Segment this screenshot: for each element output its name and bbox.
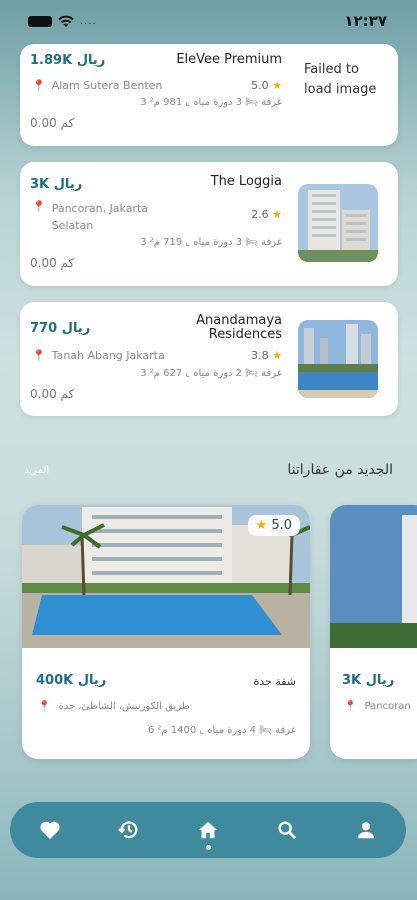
image-error-text: Failed to load image xyxy=(304,62,377,97)
listing-rating: 5.0 ★ xyxy=(251,79,282,92)
star-icon: ★ xyxy=(272,208,282,221)
featured-location-text: Pancoran xyxy=(364,701,411,712)
listing-distance: 0.00 كم xyxy=(30,256,75,270)
featured-location: 📍 طريق الكورنيش، الشاطئ، جدة xyxy=(38,701,190,712)
history-icon xyxy=(117,821,138,839)
location-pin-icon: 📍 xyxy=(32,349,46,362)
location-pin-icon: 📍 xyxy=(344,701,357,712)
featured-specs: 6 غرفة 🛏 4 دورة مياه ⌞ 1400 م² xyxy=(147,725,296,736)
listing-rating: 2.6 ★ xyxy=(251,208,282,221)
listing-card[interactable]: 770 ريال Anandamaya Residences 📍 Tanah A… xyxy=(20,302,398,416)
location-pin-icon: 📍 xyxy=(32,79,46,92)
listing-specs: 3 غرفة 🛏 3 دورة مياه ⌞ 719 م² xyxy=(140,237,282,248)
active-indicator xyxy=(205,845,211,850)
rating-value: 2.6 xyxy=(251,208,269,221)
listing-price: 1.89K ريال xyxy=(30,53,106,68)
rating-value: 3.8 xyxy=(251,349,269,362)
listing-specs: 3 غرفة 🛏 2 دورة مياه ⌞ 627 م² xyxy=(140,368,282,379)
location-pin-icon: 📍 xyxy=(38,701,51,712)
listing-title: EleVee Premium xyxy=(176,52,282,67)
bottom-nav xyxy=(10,802,406,858)
listing-location: 📍 Tanah Abang Jakarta xyxy=(32,349,165,362)
listing-title: The Loggia xyxy=(210,174,282,189)
location-pin-icon: 📍 xyxy=(32,200,46,213)
listing-price: 770 ريال xyxy=(30,321,91,336)
status-icons: .... xyxy=(28,14,97,28)
search-icon xyxy=(278,821,297,840)
nav-history[interactable] xyxy=(109,810,149,850)
star-icon: ★ xyxy=(272,79,282,92)
battery-icon xyxy=(28,15,52,27)
listing-card[interactable]: 1.89K ريال EleVee Premium 📍 Alam Sutera … xyxy=(20,44,398,146)
signal-dots: .... xyxy=(80,15,97,27)
status-bar: .... ١٢:٣٧ xyxy=(0,0,417,44)
home-icon xyxy=(198,821,218,839)
section-title: الجديد من عقاراتنا xyxy=(287,462,393,478)
heart-icon xyxy=(40,821,60,840)
featured-location: 📍 Pancoran xyxy=(344,701,411,712)
nav-search[interactable] xyxy=(267,810,307,850)
listing-location-text: Tanah Abang Jakarta xyxy=(51,349,165,362)
listing-price: 3K ريال xyxy=(30,177,83,192)
featured-card[interactable]: ★ 5.0 400K ريال شقة جدة 📍 طريق الكورنيش،… xyxy=(22,505,310,759)
status-time: ١٢:٣٧ xyxy=(344,12,387,30)
listing-title: Anandamaya Residences xyxy=(196,313,282,342)
profile-icon xyxy=(358,822,375,839)
listing-location-text: Alam Sutera Benten xyxy=(51,79,163,92)
listing-thumbnail[interactable] xyxy=(298,320,378,398)
wifi-icon xyxy=(58,15,74,27)
featured-price: 3K ريال xyxy=(342,673,395,688)
listing-card[interactable]: 3K ريال The Loggia 📍 Pancoran, Jakarta S… xyxy=(20,162,398,286)
listing-location-text: Pancoran, Jakarta Selatan xyxy=(51,202,149,232)
listing-rating: 3.8 ★ xyxy=(251,349,282,362)
rating-value: 5.0 xyxy=(271,518,292,533)
featured-card[interactable]: 3K ريال 📍 Pancoran xyxy=(330,505,417,759)
listing-location: 📍 Alam Sutera Benten xyxy=(32,79,162,92)
featured-location-text: طريق الكورنيش، الشاطئ، جدة xyxy=(58,701,190,712)
nav-profile[interactable] xyxy=(346,810,386,850)
rating-value: 5.0 xyxy=(251,79,269,92)
listing-distance: 0.00 كم xyxy=(30,387,75,401)
see-more-link[interactable]: المزيد xyxy=(24,465,49,476)
star-icon: ★ xyxy=(255,518,268,533)
listing-distance: 0.00 كم xyxy=(30,116,75,130)
star-icon: ★ xyxy=(272,349,282,362)
property-photo xyxy=(330,505,417,648)
rating-badge: ★ 5.0 xyxy=(247,515,300,536)
building-pool-image xyxy=(298,320,378,398)
building-image xyxy=(298,184,378,262)
listing-location: 📍 Pancoran, Jakarta Selatan xyxy=(32,200,162,234)
featured-title: شقة جدة xyxy=(253,675,296,688)
nav-home[interactable] xyxy=(188,810,228,850)
featured-price: 400K ريال xyxy=(36,673,107,688)
listing-thumbnail[interactable] xyxy=(298,184,378,262)
listing-specs: 3 غرفة 🛏 3 دورة مياه ⌞ 981 م² xyxy=(140,97,282,108)
nav-favorites[interactable] xyxy=(30,810,70,850)
